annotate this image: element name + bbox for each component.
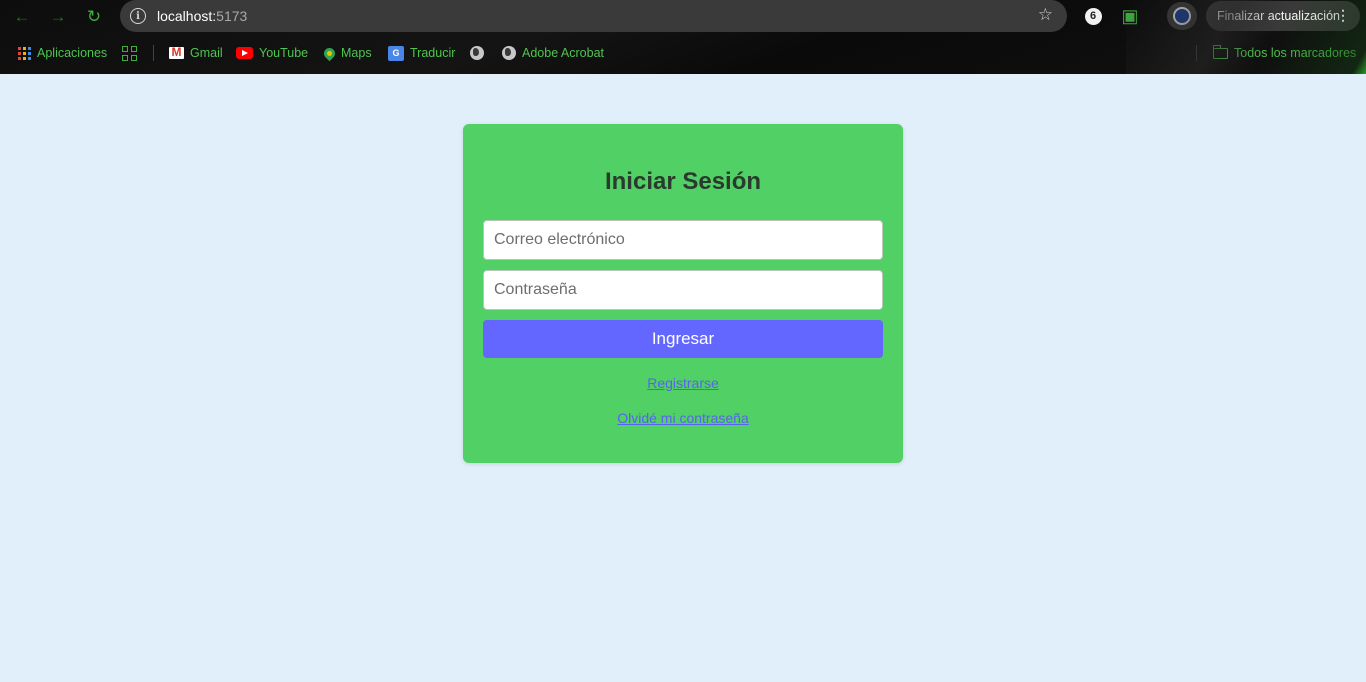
url-port: 5173 <box>216 8 248 24</box>
login-card: Iniciar Sesión Ingresar Registrarse Olvi… <box>463 124 903 463</box>
globe-icon <box>502 46 516 60</box>
reload-icon[interactable]: ↻ <box>81 4 107 28</box>
extensions-puzzle-icon[interactable]: ▣ <box>1119 5 1141 27</box>
folder-icon <box>1212 44 1228 59</box>
back-arrow-icon[interactable]: ← <box>9 4 35 28</box>
extension-badge-icon[interactable]: 6 <box>1082 5 1104 27</box>
maps-icon <box>321 45 338 61</box>
apps-launcher-icon <box>18 46 31 60</box>
bookmark-traducir[interactable]: G Traducir <box>388 43 455 63</box>
bookmark-label: Traducir <box>410 46 456 60</box>
youtube-icon <box>236 47 253 59</box>
globe-icon <box>470 46 484 60</box>
address-bar[interactable]: i localhost:5173 ☆ <box>120 0 1067 32</box>
finish-update-button[interactable]: Finalizar actualización ⋮ <box>1206 1 1360 31</box>
gmail-icon <box>169 45 184 59</box>
bookmark-tab-groups[interactable] <box>122 43 137 63</box>
translate-icon: G <box>388 45 404 61</box>
url-text[interactable]: localhost:5173 <box>157 8 247 24</box>
page-content: Iniciar Sesión Ingresar Registrarse Olvi… <box>0 74 1366 682</box>
finish-update-label: Finalizar actualización <box>1217 9 1340 23</box>
browser-toolbar: ← → ↻ i localhost:5173 ☆ 6 ▣ Finalizar a… <box>0 0 1366 33</box>
all-bookmarks-label: Todos los marcadores <box>1234 46 1357 60</box>
bookmark-gmail[interactable]: Gmail <box>169 43 223 63</box>
bookmark-label: Adobe Acrobat <box>522 46 605 60</box>
bookmark-globe[interactable] <box>470 43 484 63</box>
bookmark-maps[interactable]: Maps <box>321 43 372 63</box>
bookmarks-divider <box>1196 45 1197 61</box>
site-info-icon[interactable]: i <box>130 8 146 24</box>
register-link[interactable]: Registrarse <box>463 375 903 391</box>
bookmark-label: Aplicaciones <box>37 46 108 60</box>
bookmark-youtube[interactable]: YouTube <box>236 43 308 63</box>
password-field[interactable] <box>483 270 883 310</box>
bookmark-label: Gmail <box>190 46 223 60</box>
bookmark-label: Maps <box>341 46 372 60</box>
login-title: Iniciar Sesión <box>604 168 762 195</box>
extension-badge-count: 6 <box>1084 7 1102 25</box>
bookmarks-bar: Aplicaciones Gmail YouTube Maps G Traduc… <box>0 38 1366 68</box>
profile-button[interactable] <box>1167 2 1197 30</box>
bookmarks-divider <box>153 45 154 61</box>
profile-avatar-icon <box>1173 7 1191 25</box>
browser-chrome: ← → ↻ i localhost:5173 ☆ 6 ▣ Finalizar a… <box>0 0 1366 74</box>
email-field[interactable] <box>483 220 883 260</box>
bookmark-label: YouTube <box>259 46 309 60</box>
forgot-password-link[interactable]: Olvidé mi contraseña <box>463 410 903 426</box>
tab-groups-icon <box>122 45 137 61</box>
menu-kebab-icon[interactable]: ⋮ <box>1336 7 1350 24</box>
bookmark-aplicaciones[interactable]: Aplicaciones <box>18 43 107 63</box>
url-host: localhost: <box>157 8 217 24</box>
bookmark-star-icon[interactable]: ☆ <box>1038 5 1053 25</box>
all-bookmarks-folder[interactable]: Todos los marcadores <box>1212 43 1357 63</box>
forward-arrow-icon[interactable]: → <box>45 4 71 28</box>
bookmark-adobe-acrobat[interactable]: Adobe Acrobat <box>502 43 604 63</box>
login-button[interactable]: Ingresar <box>483 320 883 358</box>
